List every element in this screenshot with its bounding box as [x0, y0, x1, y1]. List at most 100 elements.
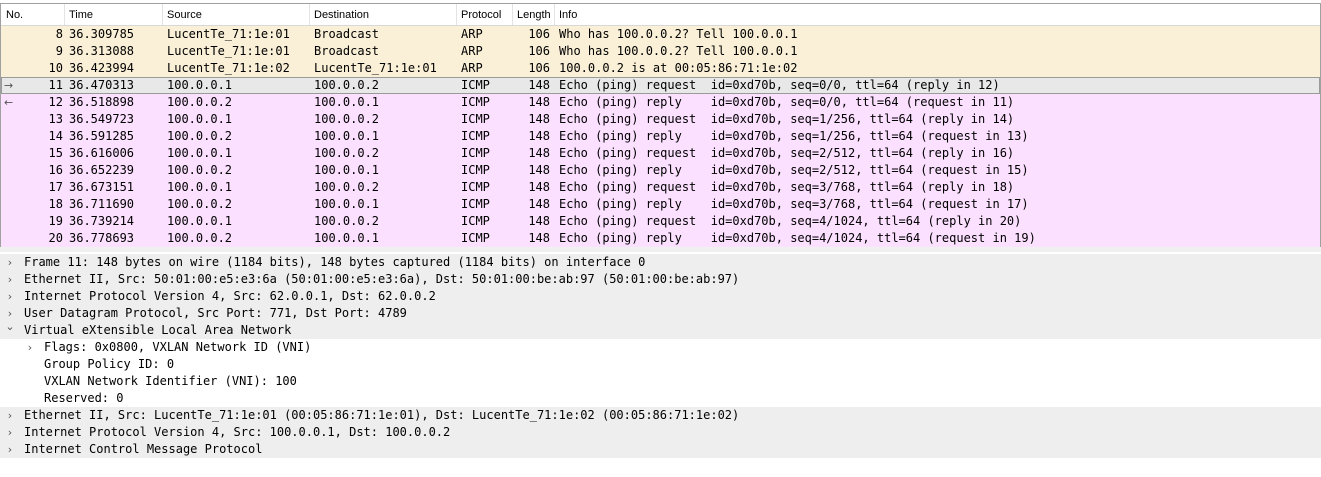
packet-info: Who has 100.0.0.2? Tell 100.0.0.1	[559, 27, 798, 41]
packet-destination: LucentTe_71:1e:01	[314, 61, 437, 75]
detail-tree-item[interactable]: › Internet Protocol Version 4, Src: 100.0…	[0, 424, 1321, 441]
column-header-time[interactable]: Time	[69, 9, 93, 23]
packet-no: 11	[48, 78, 63, 92]
packet-time: 36.313088	[69, 44, 135, 58]
detail-tree-item[interactable]: › Internet Protocol Version 4, Src: 62.0.…	[0, 288, 1321, 305]
column-header-destination[interactable]: Destination	[314, 9, 369, 23]
packet-row[interactable]: → 11 36.470313 100.0.0.1 100.0.0.2 ICMP 148 Ech…	[1, 77, 1320, 94]
arrow-left-icon: ←	[4, 96, 14, 109]
detail-tree-label: Internet Control Message Protocol	[24, 442, 263, 456]
packet-row[interactable]: 18 36.711690 100.0.0.2 100.0.0.1 ICMP 148 Echo…	[1, 196, 1320, 213]
packet-row[interactable]: 9 36.313088 LucentTe_71:1e:01 Broadcast ARP 1…	[1, 43, 1320, 60]
packet-time: 36.778693	[69, 231, 135, 245]
packet-info: Echo (ping) reply id=0xd70b, seq=3/768, …	[559, 197, 1029, 211]
detail-tree-item[interactable]: › Frame 11: 148 bytes on wire (1184 bits)…	[0, 254, 1321, 271]
packet-protocol: ARP	[461, 44, 483, 58]
packet-time: 36.652239	[69, 163, 135, 177]
packet-row[interactable]: 19 36.739214 100.0.0.1 100.0.0.2 ICMP 148 Echo…	[1, 213, 1320, 230]
chevron-right-icon[interactable]: ›	[4, 407, 16, 424]
pane-splitter[interactable]	[0, 247, 1321, 252]
packet-length: 148	[528, 180, 550, 194]
detail-tree-label: Ethernet II, Src: LucentTe_71:1e:01 (00:…	[24, 408, 740, 422]
packet-source: LucentTe_71:1e:01	[167, 27, 290, 41]
packet-time: 36.616006	[69, 146, 135, 160]
column-header-no[interactable]: No.	[6, 9, 23, 23]
packet-protocol: ARP	[461, 27, 483, 41]
packet-row[interactable]: 16 36.652239 100.0.0.2 100.0.0.1 ICMP 148 Echo…	[1, 162, 1320, 179]
detail-tree-label: User Datagram Protocol, Src Port: 771, D…	[24, 306, 407, 320]
packet-source: 100.0.0.2	[167, 163, 233, 177]
packet-length: 148	[528, 146, 550, 160]
packet-row[interactable]: 15 36.616006 100.0.0.1 100.0.0.2 ICMP 148 Echo…	[1, 145, 1320, 162]
packet-destination: 100.0.0.1	[314, 163, 380, 177]
arrow-right-icon: →	[4, 79, 14, 92]
chevron-right-icon[interactable]: ›	[24, 339, 36, 356]
packet-destination: 100.0.0.2	[314, 112, 380, 126]
chevron-right-icon[interactable]: ›	[4, 424, 16, 441]
packet-destination: 100.0.0.1	[314, 231, 380, 245]
packet-row[interactable]: 10 36.423994 LucentTe_71:1e:02 LucentTe_71:…	[1, 60, 1320, 77]
column-header-protocol[interactable]: Protocol	[461, 9, 501, 23]
chevron-right-icon[interactable]: ›	[4, 271, 16, 288]
packet-no: 13	[48, 112, 63, 126]
detail-tree-item[interactable]: VXLAN Network Identifier (VNI): 100	[0, 373, 1321, 390]
packet-info: Echo (ping) request id=0xd70b, seq=2/512…	[559, 146, 1015, 160]
detail-tree-label: Virtual eXtensible Local Area Network	[24, 323, 292, 337]
packet-protocol: ICMP	[461, 180, 490, 194]
packet-no: 16	[48, 163, 63, 177]
packet-source: 100.0.0.1	[167, 180, 233, 194]
chevron-down-icon[interactable]: ⌄	[4, 318, 16, 335]
packet-time: 36.423994	[69, 61, 135, 75]
packet-time: 36.470313	[69, 78, 135, 92]
detail-tree-item[interactable]: Reserved: 0	[0, 390, 1321, 407]
packet-no: 12	[48, 95, 63, 109]
chevron-right-icon[interactable]: ›	[4, 288, 16, 305]
detail-tree-item[interactable]: › Ethernet II, Src: 50:01:00:e5:e3:6a (50…	[0, 271, 1321, 288]
packet-destination: 100.0.0.2	[314, 180, 380, 194]
packet-list[interactable]: No. Time Source Destination Protocol Len…	[0, 3, 1321, 247]
chevron-right-icon[interactable]: ›	[4, 441, 16, 458]
packet-protocol: ICMP	[461, 129, 490, 143]
packet-details-tree[interactable]: › Frame 11: 148 bytes on wire (1184 bits)…	[0, 254, 1321, 477]
packet-length: 148	[528, 78, 550, 92]
packet-row[interactable]: 17 36.673151 100.0.0.1 100.0.0.2 ICMP 148 Echo…	[1, 179, 1320, 196]
detail-tree-item[interactable]: ⌄ Virtual eXtensible Local Area Network	[0, 320, 1321, 339]
packet-row[interactable]: 8 36.309785 LucentTe_71:1e:01 Broadcast ARP 1…	[1, 26, 1320, 43]
packet-length: 148	[528, 95, 550, 109]
packet-length: 148	[528, 163, 550, 177]
detail-tree-item[interactable]: Group Policy ID: 0	[0, 356, 1321, 373]
detail-tree-item[interactable]: › Flags: 0x0800, VXLAN Network ID (VNI)	[0, 339, 1321, 356]
column-header-info[interactable]: Info	[559, 9, 577, 23]
packet-no: 14	[48, 129, 63, 143]
detail-tree-label: Ethernet II, Src: 50:01:00:e5:e3:6a (50:…	[24, 272, 740, 286]
chevron-right-icon[interactable]: ›	[4, 254, 16, 271]
detail-tree-item[interactable]: › User Datagram Protocol, Src Port: 771, …	[0, 305, 1321, 322]
packet-row[interactable]: 13 36.549723 100.0.0.1 100.0.0.2 ICMP 148 Echo…	[1, 111, 1320, 128]
packet-source: LucentTe_71:1e:02	[167, 61, 290, 75]
packet-protocol: ICMP	[461, 95, 490, 109]
packet-length: 106	[528, 44, 550, 58]
column-header-length[interactable]: Length	[517, 9, 551, 23]
packet-source: 100.0.0.1	[167, 146, 233, 160]
packet-protocol: ICMP	[461, 78, 490, 92]
column-header-source[interactable]: Source	[167, 9, 202, 23]
packet-info: Echo (ping) reply id=0xd70b, seq=4/1024,…	[559, 231, 1036, 245]
packet-protocol: ICMP	[461, 146, 490, 160]
packet-time: 36.518898	[69, 95, 135, 109]
packet-no: 10	[48, 61, 63, 75]
detail-tree-item[interactable]: › Internet Control Message Protocol	[0, 441, 1321, 458]
packet-row[interactable]: 20 36.778693 100.0.0.2 100.0.0.1 ICMP 148 Echo…	[1, 230, 1320, 247]
detail-tree-item[interactable]: › Ethernet II, Src: LucentTe_71:1e:01 (00…	[0, 407, 1321, 424]
packet-no: 17	[48, 180, 63, 194]
packet-info: Echo (ping) request id=0xd70b, seq=0/0, …	[559, 78, 1000, 92]
packet-no: 8	[55, 27, 63, 41]
packet-time: 36.309785	[69, 27, 135, 41]
packet-protocol: ARP	[461, 61, 483, 75]
packet-time: 36.591285	[69, 129, 135, 143]
packet-row[interactable]: ← 12 36.518898 100.0.0.2 100.0.0.1 ICMP 148 Ech…	[1, 94, 1320, 111]
packet-destination: 100.0.0.2	[314, 214, 380, 228]
packet-no: 9	[55, 44, 63, 58]
packet-source: 100.0.0.1	[167, 214, 233, 228]
packet-row[interactable]: 14 36.591285 100.0.0.2 100.0.0.1 ICMP 148 Echo…	[1, 128, 1320, 145]
packet-time: 36.711690	[69, 197, 135, 211]
